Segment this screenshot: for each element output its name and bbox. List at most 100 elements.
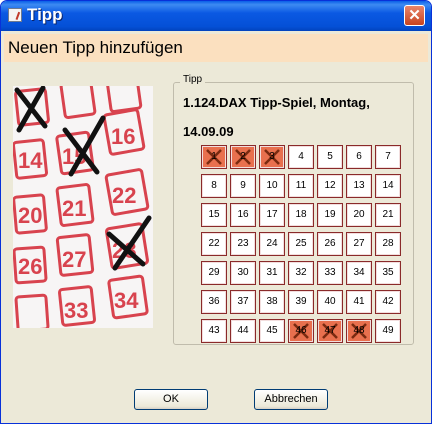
number-cell[interactable]: 31 xyxy=(259,261,285,285)
number-cell[interactable]: 26 xyxy=(317,232,343,256)
number-label: 31 xyxy=(266,267,278,278)
number-label: 38 xyxy=(266,296,278,307)
lottery-ticket-image: 14 15 16 20 21 22 26 27 28 33 34 xyxy=(13,86,153,328)
number-cell[interactable]: 14 xyxy=(375,174,401,198)
number-label: 8 xyxy=(211,180,217,191)
number-label: 36 xyxy=(208,296,220,307)
number-cell[interactable]: 23 xyxy=(230,232,256,256)
ok-button[interactable]: OK xyxy=(134,389,208,410)
title-bar[interactable]: Tipp ✕ xyxy=(1,1,431,31)
photo-number: 26 xyxy=(18,254,42,279)
number-cell[interactable]: 33 xyxy=(317,261,343,285)
number-label: 6 xyxy=(356,151,362,162)
number-cell[interactable]: 49 xyxy=(375,319,401,343)
number-cell[interactable]: 48 xyxy=(346,319,372,343)
number-label: 34 xyxy=(353,267,365,278)
number-label: 21 xyxy=(382,209,394,220)
number-cell[interactable]: 12 xyxy=(317,174,343,198)
number-cell[interactable]: 41 xyxy=(346,290,372,314)
number-cell[interactable]: 7 xyxy=(375,145,401,169)
number-cell[interactable]: 34 xyxy=(346,261,372,285)
number-label: 30 xyxy=(237,267,249,278)
photo-number: 16 xyxy=(111,124,135,149)
photo-number: 27 xyxy=(62,247,86,272)
header-banner: Neuen Tipp hinzufügen xyxy=(4,34,428,62)
number-label: 45 xyxy=(266,325,278,336)
number-cell[interactable]: 22 xyxy=(201,232,227,256)
number-cell[interactable]: 38 xyxy=(259,290,285,314)
number-cell[interactable]: 40 xyxy=(317,290,343,314)
number-cell[interactable]: 19 xyxy=(317,203,343,227)
number-label: 2 xyxy=(240,151,246,162)
number-cell[interactable]: 35 xyxy=(375,261,401,285)
number-cell[interactable]: 43 xyxy=(201,319,227,343)
number-cell[interactable]: 29 xyxy=(201,261,227,285)
tipp-group-legend: Tipp xyxy=(180,74,206,85)
number-cell[interactable]: 44 xyxy=(230,319,256,343)
game-date: 14.09.09 xyxy=(183,124,234,139)
number-cell[interactable]: 11 xyxy=(288,174,314,198)
number-label: 9 xyxy=(240,180,246,191)
number-label: 29 xyxy=(208,267,220,278)
number-cell[interactable]: 18 xyxy=(288,203,314,227)
number-label: 10 xyxy=(266,180,278,191)
cancel-button[interactable]: Abbrechen xyxy=(254,389,328,410)
number-label: 37 xyxy=(237,296,249,307)
number-cell[interactable]: 25 xyxy=(288,232,314,256)
number-label: 15 xyxy=(208,209,220,220)
number-label: 28 xyxy=(382,238,394,249)
number-cell[interactable]: 47 xyxy=(317,319,343,343)
number-label: 17 xyxy=(266,209,278,220)
number-cell[interactable]: 32 xyxy=(288,261,314,285)
number-label: 14 xyxy=(382,180,394,191)
number-cell[interactable]: 45 xyxy=(259,319,285,343)
number-cell[interactable]: 27 xyxy=(346,232,372,256)
number-cell[interactable]: 17 xyxy=(259,203,285,227)
photo-number: 20 xyxy=(18,203,42,228)
number-cell[interactable]: 30 xyxy=(230,261,256,285)
number-cell[interactable]: 2 xyxy=(230,145,256,169)
number-label: 16 xyxy=(237,209,249,220)
window-title: Tipp xyxy=(27,5,63,24)
number-cell[interactable]: 6 xyxy=(346,145,372,169)
number-cell[interactable]: 36 xyxy=(201,290,227,314)
number-cell[interactable]: 13 xyxy=(346,174,372,198)
number-cell[interactable]: 4 xyxy=(288,145,314,169)
number-cell[interactable]: 15 xyxy=(201,203,227,227)
number-cell[interactable]: 1 xyxy=(201,145,227,169)
photo-number: 14 xyxy=(18,148,43,173)
tipp-dialog: Tipp ✕ Neuen Tipp hinzufügen 14 15 16 20… xyxy=(0,0,432,424)
header-text: Neuen Tipp hinzufügen xyxy=(8,38,183,57)
number-label: 40 xyxy=(324,296,336,307)
photo-number: 21 xyxy=(62,196,86,221)
number-cell[interactable]: 9 xyxy=(230,174,256,198)
number-label: 42 xyxy=(382,296,394,307)
number-label: 22 xyxy=(208,238,220,249)
number-grid: 1 2 3 4 5 6 7 8 9 10 11 12 13 14 15 16 1… xyxy=(201,145,404,344)
number-cell[interactable]: 21 xyxy=(375,203,401,227)
number-label: 35 xyxy=(382,267,394,278)
number-label: 27 xyxy=(353,238,365,249)
number-label: 4 xyxy=(298,151,304,162)
number-cell[interactable]: 28 xyxy=(375,232,401,256)
number-cell[interactable]: 39 xyxy=(288,290,314,314)
number-cell[interactable]: 3 xyxy=(259,145,285,169)
number-cell[interactable]: 24 xyxy=(259,232,285,256)
photo-number: 22 xyxy=(112,183,136,208)
number-cell[interactable]: 46 xyxy=(288,319,314,343)
number-label: 1 xyxy=(211,151,217,162)
number-label: 3 xyxy=(269,151,275,162)
number-cell[interactable]: 16 xyxy=(230,203,256,227)
number-label: 20 xyxy=(353,209,365,220)
number-label: 11 xyxy=(295,180,307,191)
number-label: 23 xyxy=(237,238,249,249)
number-cell[interactable]: 20 xyxy=(346,203,372,227)
number-label: 13 xyxy=(353,180,365,191)
number-cell[interactable]: 10 xyxy=(259,174,285,198)
close-button[interactable]: ✕ xyxy=(404,5,425,26)
number-cell[interactable]: 42 xyxy=(375,290,401,314)
number-cell[interactable]: 37 xyxy=(230,290,256,314)
number-cell[interactable]: 5 xyxy=(317,145,343,169)
number-label: 24 xyxy=(266,238,278,249)
number-cell[interactable]: 8 xyxy=(201,174,227,198)
